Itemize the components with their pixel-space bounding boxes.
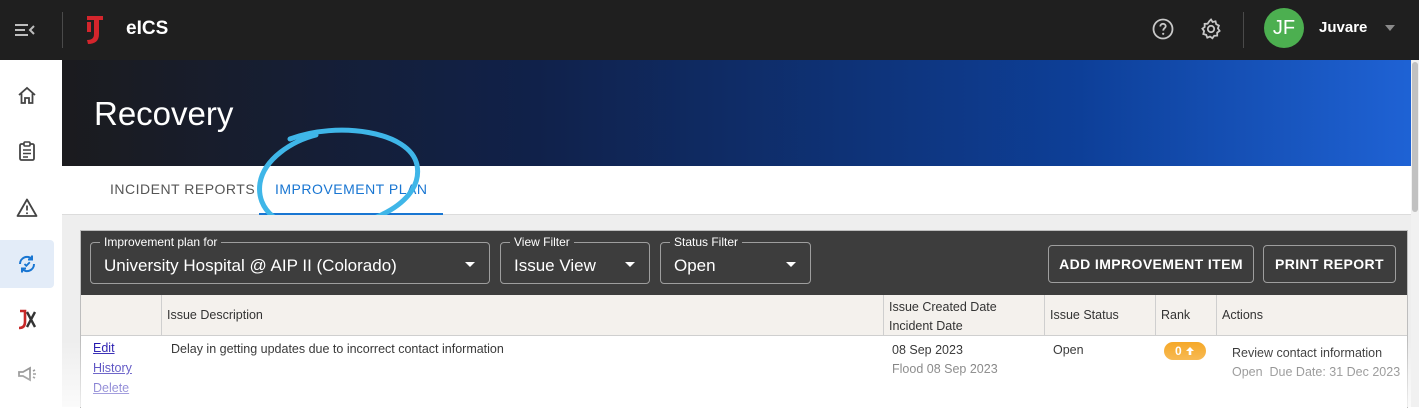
recovery-cycle-icon xyxy=(18,255,36,273)
delete-link[interactable]: Delete xyxy=(93,378,132,398)
view-filter-value: Issue View xyxy=(514,256,596,275)
column-header-dates[interactable]: Issue Created Date Incident Date xyxy=(883,295,1044,335)
juvare-logo-icon xyxy=(87,16,103,44)
megaphone-icon xyxy=(18,366,36,382)
column-header-created: Issue Created Date xyxy=(889,300,997,314)
sidebar-item-alerts[interactable] xyxy=(0,184,54,232)
sidebar-item-incidents[interactable] xyxy=(0,295,54,343)
issue-description: Delay in getting updates due to incorrec… xyxy=(171,342,504,356)
sidebar-item-announcements[interactable] xyxy=(0,350,54,398)
topbar-divider xyxy=(1243,12,1244,48)
gear-icon[interactable] xyxy=(1199,17,1223,41)
column-header-rank[interactable]: Rank xyxy=(1155,295,1216,335)
page-header-banner xyxy=(62,60,1419,166)
improvement-plan-select[interactable]: Improvement plan for University Hospital… xyxy=(90,235,490,284)
status-filter-value: Open xyxy=(674,256,716,275)
chevron-down-icon xyxy=(625,262,635,267)
clipboard-icon xyxy=(19,141,35,161)
view-filter-select[interactable]: View Filter Issue View xyxy=(500,235,650,284)
status-filter-label: Status Filter xyxy=(670,235,743,249)
menu-collapse-icon[interactable] xyxy=(14,19,36,41)
table-row: Edit History Delete Delay in getting upd… xyxy=(81,336,1407,408)
arrow-up-icon xyxy=(1186,347,1195,355)
view-filter-label: View Filter xyxy=(510,235,574,249)
print-report-button[interactable]: PRINT REPORT xyxy=(1263,245,1396,283)
top-app-bar: eICS JF Juvare xyxy=(0,0,1419,60)
sidebar-item-recovery[interactable] xyxy=(0,240,54,288)
filter-bar: Improvement plan for University Hospital… xyxy=(81,231,1407,295)
sidebar xyxy=(0,60,62,407)
history-link[interactable]: History xyxy=(93,358,132,378)
user-name[interactable]: Juvare xyxy=(1319,19,1367,36)
add-improvement-item-button[interactable]: ADD IMPROVEMENT ITEM xyxy=(1048,245,1254,283)
issue-created-date: 08 Sep 2023 xyxy=(892,343,963,357)
action-title[interactable]: Review contact information xyxy=(1232,346,1382,360)
row-links: Edit History Delete xyxy=(93,338,132,398)
status-filter-select[interactable]: Status Filter Open xyxy=(660,235,811,284)
edit-link[interactable]: Edit xyxy=(93,338,132,358)
table-header: Issue Description Issue Created Date Inc… xyxy=(81,295,1407,336)
chevron-down-icon xyxy=(786,262,796,267)
improvement-plan-label: Improvement plan for xyxy=(100,235,222,249)
incident-x-icon xyxy=(18,309,37,330)
issue-status: Open xyxy=(1053,343,1084,357)
avatar[interactable]: JF xyxy=(1264,8,1304,48)
topbar-divider xyxy=(62,12,63,48)
improvement-plan-value: University Hospital @ AIP II (Colorado) xyxy=(104,256,397,275)
column-header-incident: Incident Date xyxy=(889,319,963,333)
column-header-description[interactable]: Issue Description xyxy=(161,295,883,335)
tab-bar: INCIDENT REPORTS IMPROVEMENT PLAN xyxy=(62,166,1419,215)
chevron-down-icon xyxy=(465,262,475,267)
rank-badge[interactable]: 0 xyxy=(1164,342,1206,360)
incident-date: Flood 08 Sep 2023 xyxy=(892,362,998,376)
home-icon xyxy=(18,86,36,104)
sidebar-item-reports[interactable] xyxy=(0,127,54,175)
tab-incident-reports[interactable]: INCIDENT REPORTS xyxy=(110,166,255,213)
rank-value: 0 xyxy=(1174,344,1182,358)
help-icon[interactable] xyxy=(1151,17,1175,41)
page-title: Recovery xyxy=(94,95,234,132)
action-meta: Open Due Date: 31 Dec 2023 xyxy=(1232,365,1401,379)
improvement-plan-panel: Improvement plan for University Hospital… xyxy=(80,230,1408,408)
chevron-down-icon[interactable] xyxy=(1385,25,1395,31)
warning-icon xyxy=(16,198,38,217)
scrollbar-thumb[interactable] xyxy=(1412,62,1418,212)
column-header-actions: Actions xyxy=(1216,295,1407,335)
app-name: eICS xyxy=(126,18,169,39)
tab-improvement-plan[interactable]: IMPROVEMENT PLAN xyxy=(259,166,444,215)
sidebar-item-home[interactable] xyxy=(0,72,54,120)
column-header-status[interactable]: Issue Status xyxy=(1044,295,1155,335)
